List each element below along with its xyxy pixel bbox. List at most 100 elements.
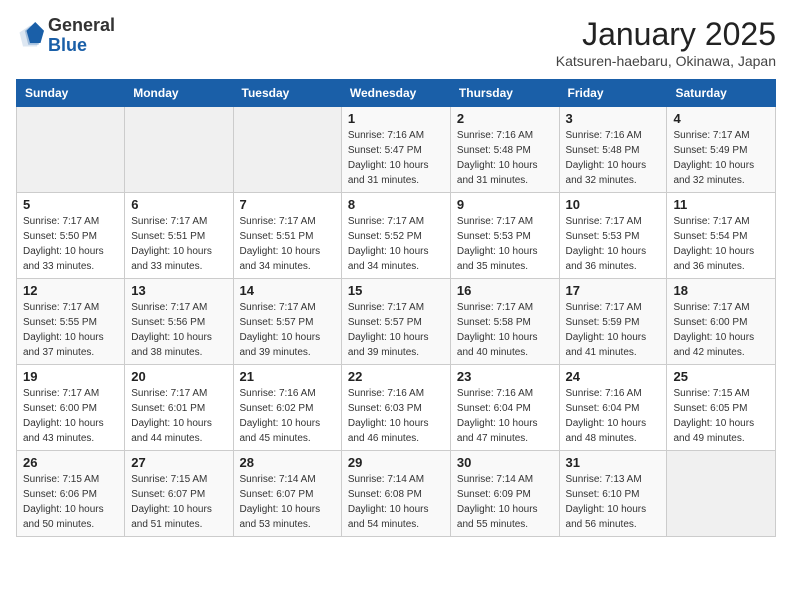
day-info: Sunrise: 7:17 AMSunset: 5:58 PMDaylight:… [457,300,553,360]
day-info: Sunrise: 7:15 AMSunset: 6:07 PMDaylight:… [131,472,226,532]
day-number: 17 [566,283,661,298]
day-info: Sunrise: 7:17 AMSunset: 6:00 PMDaylight:… [673,300,769,360]
weekday-row: SundayMondayTuesdayWednesdayThursdayFrid… [17,80,776,107]
day-info: Sunrise: 7:17 AMSunset: 5:52 PMDaylight:… [348,214,444,274]
day-number: 14 [240,283,335,298]
day-number: 19 [23,369,118,384]
day-number: 1 [348,111,444,126]
day-number: 16 [457,283,553,298]
weekday-header-tuesday: Tuesday [233,80,341,107]
calendar-cell: 18 Sunrise: 7:17 AMSunset: 6:00 PMDayligh… [667,279,776,365]
calendar-cell: 7 Sunrise: 7:17 AMSunset: 5:51 PMDaylight… [233,193,341,279]
day-info: Sunrise: 7:16 AMSunset: 6:04 PMDaylight:… [566,386,661,446]
day-number: 3 [566,111,661,126]
day-info: Sunrise: 7:16 AMSunset: 5:48 PMDaylight:… [457,128,553,188]
day-info: Sunrise: 7:13 AMSunset: 6:10 PMDaylight:… [566,472,661,532]
calendar-cell: 6 Sunrise: 7:17 AMSunset: 5:51 PMDaylight… [125,193,233,279]
day-info: Sunrise: 7:16 AMSunset: 6:04 PMDaylight:… [457,386,553,446]
calendar-week-2: 5Sunrise: 7:17 AMSunset: 5:50 PMDaylight… [17,193,776,279]
day-number: 31 [566,455,661,470]
calendar-cell: 4Sunrise: 7:17 AMSunset: 5:49 PMDaylight… [667,107,776,193]
calendar-cell: 17 Sunrise: 7:17 AMSunset: 5:59 PMDayligh… [559,279,667,365]
day-number: 26 [23,455,118,470]
calendar-cell: 29 Sunrise: 7:14 AMSunset: 6:08 PMDayligh… [341,451,450,537]
day-number: 30 [457,455,553,470]
day-info: Sunrise: 7:14 AMSunset: 6:07 PMDaylight:… [240,472,335,532]
calendar-cell: 22 Sunrise: 7:16 AMSunset: 6:03 PMDayligh… [341,365,450,451]
weekday-header-thursday: Thursday [450,80,559,107]
calendar-cell [17,107,125,193]
calendar-cell: 16 Sunrise: 7:17 AMSunset: 5:58 PMDayligh… [450,279,559,365]
day-number: 24 [566,369,661,384]
calendar-cell: 19 Sunrise: 7:17 AMSunset: 6:00 PMDayligh… [17,365,125,451]
title-area: January 2025 Katsuren-haebaru, Okinawa, … [556,16,776,69]
calendar-cell: 11 Sunrise: 7:17 AMSunset: 5:54 PMDayligh… [667,193,776,279]
calendar-cell: 13Sunrise: 7:17 AMSunset: 5:56 PMDayligh… [125,279,233,365]
day-number: 2 [457,111,553,126]
calendar-week-4: 19 Sunrise: 7:17 AMSunset: 6:00 PMDayligh… [17,365,776,451]
calendar-cell: 14Sunrise: 7:17 AMSunset: 5:57 PMDayligh… [233,279,341,365]
page-header: General Blue January 2025 Katsuren-haeba… [16,16,776,69]
day-info: Sunrise: 7:16 AMSunset: 6:03 PMDaylight:… [348,386,444,446]
calendar-cell: 2 Sunrise: 7:16 AMSunset: 5:48 PMDaylight… [450,107,559,193]
calendar-cell: 15 Sunrise: 7:17 AMSunset: 5:57 PMDayligh… [341,279,450,365]
day-number: 29 [348,455,444,470]
day-number: 28 [240,455,335,470]
day-info: Sunrise: 7:17 AMSunset: 6:00 PMDaylight:… [23,386,118,446]
day-number: 15 [348,283,444,298]
logo: General Blue [16,16,115,56]
calendar-cell [125,107,233,193]
day-number: 5 [23,197,118,212]
calendar-week-3: 12Sunrise: 7:17 AMSunset: 5:55 PMDayligh… [17,279,776,365]
day-number: 22 [348,369,444,384]
day-info: Sunrise: 7:17 AMSunset: 5:56 PMDaylight:… [131,300,226,360]
calendar-cell: 3 Sunrise: 7:16 AMSunset: 5:48 PMDaylight… [559,107,667,193]
day-number: 23 [457,369,553,384]
day-number: 11 [673,197,769,212]
weekday-header-saturday: Saturday [667,80,776,107]
calendar-cell: 1 Sunrise: 7:16 AMSunset: 5:47 PMDaylight… [341,107,450,193]
day-info: Sunrise: 7:14 AMSunset: 6:09 PMDaylight:… [457,472,553,532]
calendar-week-5: 26Sunrise: 7:15 AMSunset: 6:06 PMDayligh… [17,451,776,537]
calendar-cell: 24 Sunrise: 7:16 AMSunset: 6:04 PMDayligh… [559,365,667,451]
day-number: 27 [131,455,226,470]
day-info: Sunrise: 7:17 AMSunset: 5:54 PMDaylight:… [673,214,769,274]
day-info: Sunrise: 7:17 AMSunset: 5:59 PMDaylight:… [566,300,661,360]
day-number: 6 [131,197,226,212]
day-info: Sunrise: 7:17 AMSunset: 5:53 PMDaylight:… [566,214,661,274]
day-number: 21 [240,369,335,384]
day-info: Sunrise: 7:17 AMSunset: 5:55 PMDaylight:… [23,300,118,360]
location-subtitle: Katsuren-haebaru, Okinawa, Japan [556,53,776,69]
day-number: 10 [566,197,661,212]
day-info: Sunrise: 7:17 AMSunset: 5:51 PMDaylight:… [131,214,226,274]
day-info: Sunrise: 7:17 AMSunset: 5:49 PMDaylight:… [673,128,769,188]
calendar-cell: 10 Sunrise: 7:17 AMSunset: 5:53 PMDayligh… [559,193,667,279]
day-info: Sunrise: 7:17 AMSunset: 6:01 PMDaylight:… [131,386,226,446]
calendar-cell: 8Sunrise: 7:17 AMSunset: 5:52 PMDaylight… [341,193,450,279]
day-number: 25 [673,369,769,384]
day-info: Sunrise: 7:15 AMSunset: 6:05 PMDaylight:… [673,386,769,446]
calendar-cell [667,451,776,537]
calendar-cell: 20 Sunrise: 7:17 AMSunset: 6:01 PMDayligh… [125,365,233,451]
weekday-header-monday: Monday [125,80,233,107]
day-info: Sunrise: 7:17 AMSunset: 5:51 PMDaylight:… [240,214,335,274]
weekday-header-sunday: Sunday [17,80,125,107]
day-number: 20 [131,369,226,384]
calendar-cell: 27 Sunrise: 7:15 AMSunset: 6:07 PMDayligh… [125,451,233,537]
calendar-cell: 31 Sunrise: 7:13 AMSunset: 6:10 PMDayligh… [559,451,667,537]
day-number: 7 [240,197,335,212]
day-info: Sunrise: 7:14 AMSunset: 6:08 PMDaylight:… [348,472,444,532]
calendar-cell: 5Sunrise: 7:17 AMSunset: 5:50 PMDaylight… [17,193,125,279]
day-number: 18 [673,283,769,298]
day-info: Sunrise: 7:16 AMSunset: 5:48 PMDaylight:… [566,128,661,188]
day-info: Sunrise: 7:17 AMSunset: 5:57 PMDaylight:… [348,300,444,360]
calendar-header: SundayMondayTuesdayWednesdayThursdayFrid… [17,80,776,107]
day-info: Sunrise: 7:17 AMSunset: 5:53 PMDaylight:… [457,214,553,274]
calendar-cell: 23 Sunrise: 7:16 AMSunset: 6:04 PMDayligh… [450,365,559,451]
calendar-table: SundayMondayTuesdayWednesdayThursdayFrid… [16,79,776,537]
logo-icon [16,22,44,50]
weekday-header-friday: Friday [559,80,667,107]
day-info: Sunrise: 7:16 AMSunset: 5:47 PMDaylight:… [348,128,444,188]
calendar-cell: 9Sunrise: 7:17 AMSunset: 5:53 PMDaylight… [450,193,559,279]
calendar-cell: 21Sunrise: 7:16 AMSunset: 6:02 PMDayligh… [233,365,341,451]
